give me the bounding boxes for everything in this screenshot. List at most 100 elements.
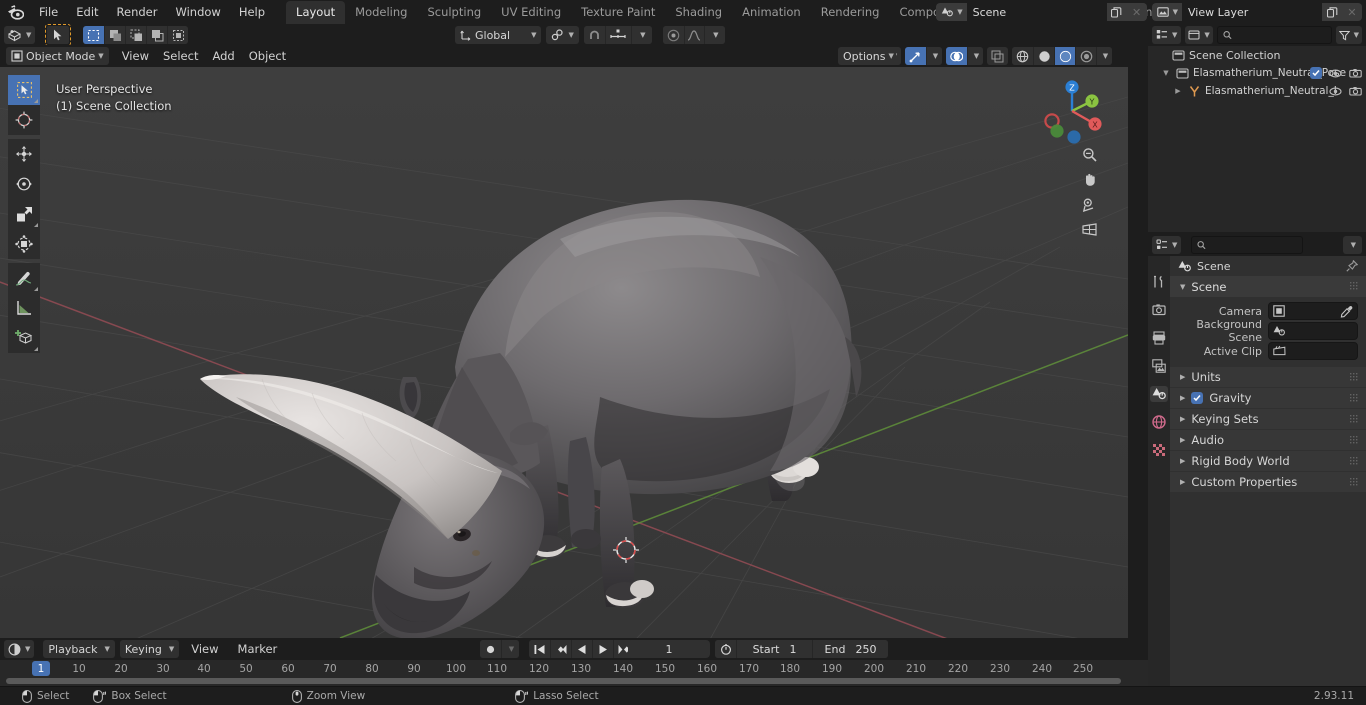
gizmo-icon[interactable] <box>905 47 926 65</box>
panel-header-audio[interactable]: ▶ Audio <box>1170 429 1366 450</box>
menu-edit[interactable]: Edit <box>67 2 107 22</box>
panel-header-custom-properties[interactable]: ▶ Custom Properties <box>1170 471 1366 492</box>
panel-header-gravity[interactable]: ▶ Gravity <box>1170 387 1366 408</box>
chevron-down-icon[interactable]: ▼ <box>1096 47 1112 65</box>
properties-tab-tool[interactable] <box>1150 274 1168 290</box>
panel-header-scene[interactable]: ▼ Scene <box>1170 276 1366 297</box>
menu-help[interactable]: Help <box>230 2 274 22</box>
toggle-perspective-button[interactable] <box>1078 218 1100 240</box>
properties-tab-scene[interactable] <box>1150 386 1168 402</box>
menu-file[interactable]: File <box>30 2 67 22</box>
workspace-tab-sculpting[interactable]: Sculpting <box>417 1 491 24</box>
measure-tool[interactable] <box>8 293 40 323</box>
select-box-icon[interactable] <box>83 26 105 44</box>
outliner-search-input[interactable] <box>1216 26 1332 44</box>
viewport-menu-select[interactable]: Select <box>156 47 205 65</box>
shading-rendered-icon[interactable] <box>1075 47 1096 65</box>
workspace-tab-shading[interactable]: Shading <box>665 1 732 24</box>
snap-element-icon[interactable] <box>604 26 631 44</box>
blender-logo-icon[interactable] <box>0 4 30 20</box>
keying-dropdown[interactable]: Keying ▼ <box>119 640 180 658</box>
duplicate-icon[interactable] <box>1322 3 1342 21</box>
editor-type-properties-icon[interactable]: ▼ <box>1152 236 1182 254</box>
select-intersect-icon[interactable] <box>146 26 168 44</box>
zoom-view-button[interactable] <box>1078 143 1100 165</box>
workspace-tab-animation[interactable]: Animation <box>732 1 811 24</box>
timeline-menu-view[interactable]: View <box>184 640 225 658</box>
timeline-menu-marker[interactable]: Marker <box>231 640 285 658</box>
background-scene-field[interactable] <box>1268 322 1358 340</box>
menu-render[interactable]: Render <box>108 2 167 22</box>
editor-type-3dview-icon[interactable]: ▼ <box>4 26 36 44</box>
add-cube-tool[interactable] <box>8 323 40 353</box>
shading-solid-icon[interactable] <box>1033 47 1054 65</box>
snap-target-dropdown[interactable]: ▼ <box>546 26 579 44</box>
transform-orientation-dropdown[interactable]: Global ▼ <box>455 26 542 44</box>
annotate-tool[interactable] <box>8 263 40 293</box>
end-frame-field[interactable]: End 250 <box>812 640 888 658</box>
disclosure-closed-icon[interactable]: ▶ <box>1180 478 1185 486</box>
stopwatch-icon[interactable] <box>715 640 736 658</box>
scale-tool[interactable] <box>8 199 40 229</box>
shading-wireframe-icon[interactable] <box>1012 47 1033 65</box>
editor-type-outliner-icon[interactable]: ▼ <box>1152 26 1182 44</box>
camera-view-button[interactable] <box>1078 193 1100 215</box>
viewport-menu-add[interactable]: Add <box>205 47 241 65</box>
chevron-down-icon[interactable]: ▼ <box>967 47 983 65</box>
shading-material-icon[interactable] <box>1054 47 1075 65</box>
cursor-select-icon[interactable] <box>47 26 70 44</box>
properties-tab-view-layer[interactable] <box>1150 358 1168 374</box>
chevron-down-icon[interactable]: ▼ <box>703 26 725 44</box>
record-icon[interactable] <box>480 640 501 658</box>
active-clip-field[interactable] <box>1268 342 1358 360</box>
playback-dropdown[interactable]: Playback ▼ <box>43 640 115 658</box>
select-extend-icon[interactable] <box>104 26 126 44</box>
view-layer-selector[interactable]: ▼ View Layer ✕ <box>1151 3 1362 21</box>
outliner-row-elasmatherium-object[interactable]: ▶ Elasmatherium_Neutral_I <box>1148 82 1366 100</box>
properties-search-input[interactable] <box>1191 236 1304 254</box>
collection-enable-checkbox[interactable] <box>1310 67 1322 79</box>
eye-icon[interactable] <box>1329 67 1342 80</box>
timeline-scrollbar[interactable] <box>6 678 1121 684</box>
3d-viewport[interactable]: User Perspective (1) Scene Collection Z … <box>0 67 1128 638</box>
view-layer-name[interactable]: View Layer <box>1182 3 1322 21</box>
close-icon[interactable]: ✕ <box>1342 3 1362 21</box>
viewport-canvas[interactable] <box>0 67 1128 638</box>
disclosure-closed-icon[interactable]: ▶ <box>1180 394 1185 402</box>
disclosure-closed-icon[interactable]: ▶ <box>1180 436 1185 444</box>
disclosure-closed-icon[interactable]: ▶ <box>1180 373 1185 381</box>
timeline-playhead[interactable]: 1 <box>32 661 50 676</box>
outliner-row-scene-collection[interactable]: Scene Collection <box>1148 46 1366 64</box>
timeline-ruler[interactable]: 1 10 20 30 40 50 60 70 80 90 100 110 120… <box>0 660 1148 678</box>
move-tool[interactable] <box>8 139 40 169</box>
eye-icon[interactable] <box>1329 85 1342 98</box>
play-button[interactable] <box>592 640 613 658</box>
cursor-tool[interactable] <box>8 105 40 135</box>
properties-tab-output[interactable] <box>1150 330 1168 346</box>
panel-header-rigid-body-world[interactable]: ▶ Rigid Body World <box>1170 450 1366 471</box>
properties-tab-render[interactable] <box>1150 302 1168 318</box>
pin-icon[interactable] <box>1346 260 1358 272</box>
disclosure-open-icon[interactable]: ▼ <box>1160 69 1172 77</box>
falloff-curve-icon[interactable] <box>683 26 704 44</box>
viewport-menu-view[interactable]: View <box>115 47 156 65</box>
panel-header-keying-sets[interactable]: ▶ Keying Sets <box>1170 408 1366 429</box>
chevron-down-icon[interactable]: ▼ <box>1342 236 1362 254</box>
workspace-tab-rendering[interactable]: Rendering <box>811 1 890 24</box>
properties-tab-texture[interactable] <box>1150 442 1168 458</box>
overlays-icon[interactable] <box>946 47 967 65</box>
disclosure-open-icon[interactable]: ▼ <box>1180 283 1185 291</box>
outliner-row-elasmatherium-collection[interactable]: ▼ Elasmatherium_Neutral_Pose <box>1148 64 1366 82</box>
chevron-down-icon[interactable]: ▼ <box>926 47 942 65</box>
properties-search-field[interactable] <box>1210 238 1298 252</box>
start-frame-field[interactable]: Start 1 <box>736 640 812 658</box>
disclosure-closed-icon[interactable]: ▶ <box>1180 415 1185 423</box>
navigation-gizmo[interactable]: Z Y X <box>1036 75 1108 147</box>
scene-selector[interactable]: ▼ Scene ✕ <box>936 3 1147 21</box>
tweak-tool[interactable] <box>8 75 40 105</box>
camera-icon[interactable] <box>1349 85 1362 98</box>
close-icon[interactable]: ✕ <box>1126 3 1147 21</box>
select-difference-icon[interactable] <box>167 26 189 44</box>
editor-type-timeline-icon[interactable]: ▼ <box>4 640 35 658</box>
select-subtract-icon[interactable] <box>125 26 147 44</box>
